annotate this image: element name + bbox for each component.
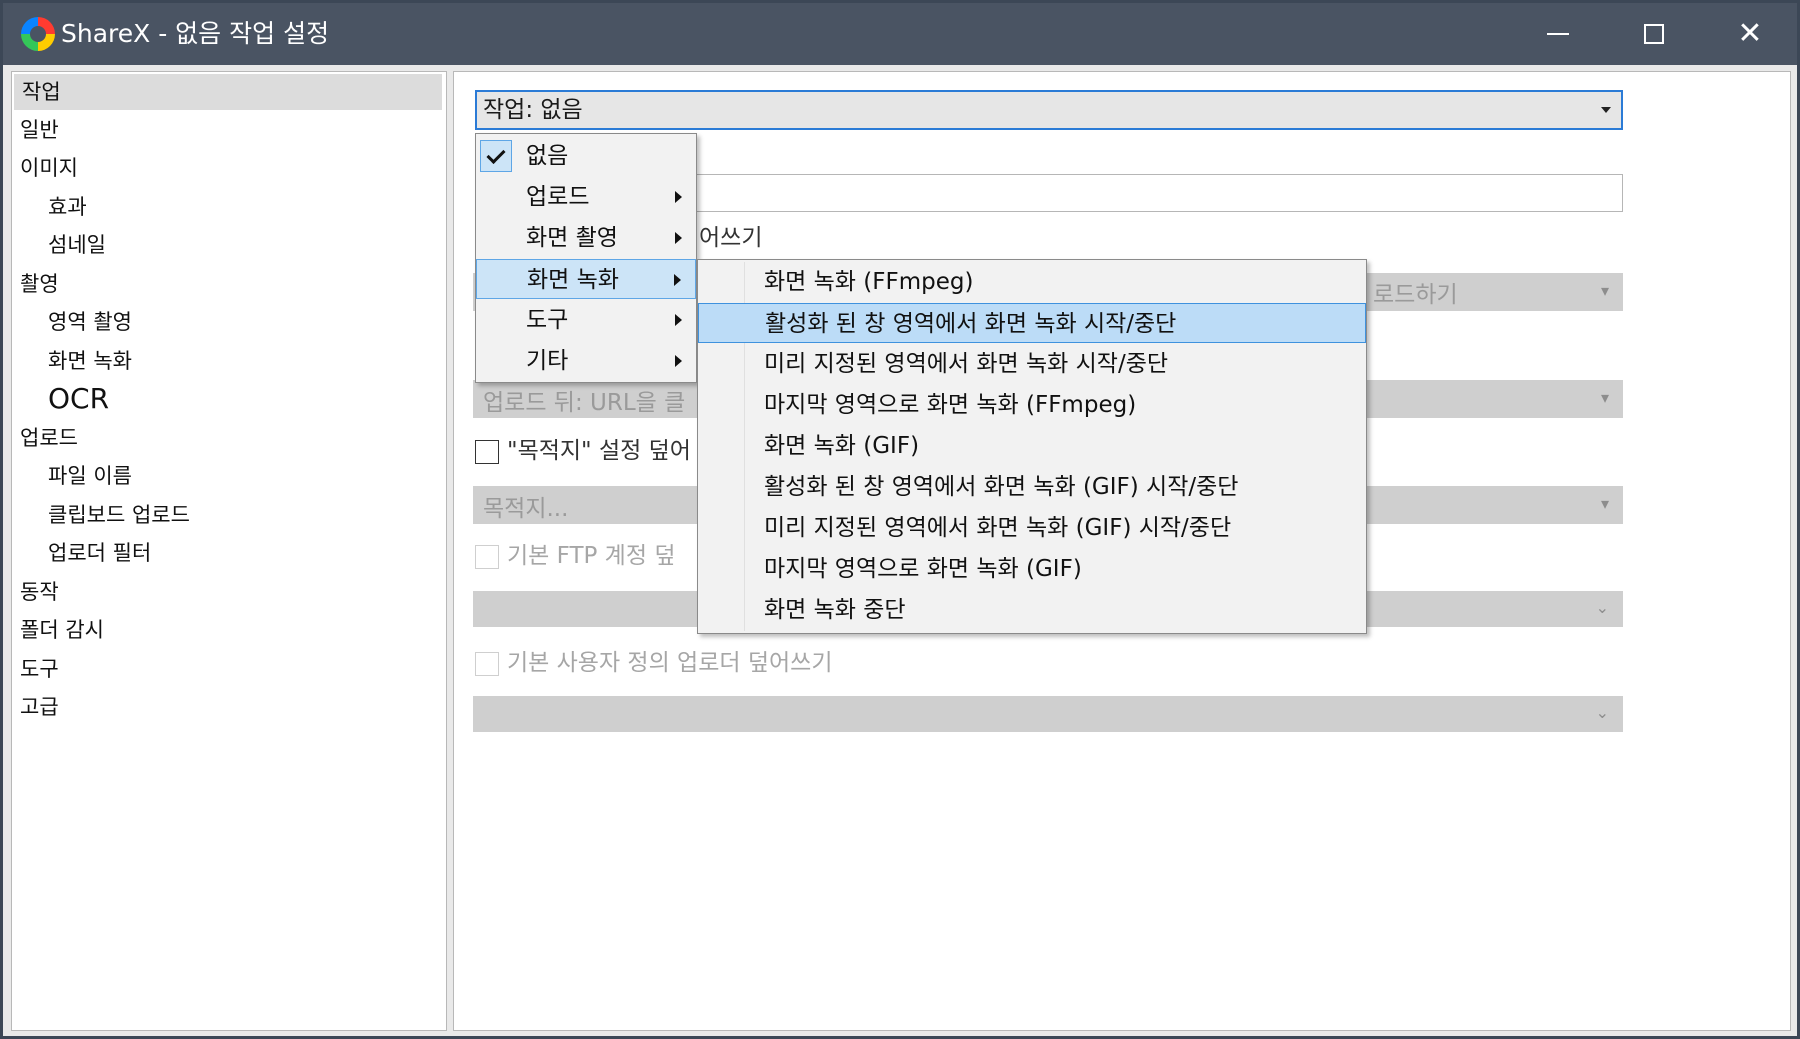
maximize-button[interactable]: [1623, 11, 1685, 57]
submenu-item-active-window-gif[interactable]: 활성화 된 창 영역에서 화면 녹화 (GIF) 시작/중단: [698, 467, 1366, 507]
sidebar-item-general[interactable]: 일반: [20, 112, 59, 148]
sidebar-item-task[interactable]: 작업: [14, 74, 442, 110]
task-dropdown-menu: 없음 업로드 화면 촬영 화면 녹화 도구 기타: [475, 133, 697, 383]
chevron-down-icon: ⌄: [1595, 703, 1609, 722]
sidebar-item-advanced[interactable]: 고급: [20, 689, 59, 725]
submenu-item-stop-recording[interactable]: 화면 녹화 중단: [698, 590, 1366, 630]
submenu-item-custom-region-record[interactable]: 미리 지정된 영역에서 화면 녹화 시작/중단: [698, 344, 1366, 384]
title-bar: ShareX - 없음 작업 설정 ✕: [3, 3, 1797, 65]
menu-item-screen-recording[interactable]: 화면 녹화: [476, 259, 696, 299]
description-input[interactable]: [693, 174, 1623, 212]
submenu-arrow-icon: [675, 191, 682, 203]
sharex-logo-icon: [21, 17, 55, 51]
sidebar-item-tools[interactable]: 도구: [20, 651, 59, 687]
submenu-item-last-region-ffmpeg[interactable]: 마지막 영역으로 화면 녹화 (FFmpeg): [698, 385, 1366, 425]
custom-uploader-combobox[interactable]: ⌄: [473, 696, 1623, 732]
override-ftp-checkbox[interactable]: [475, 545, 499, 569]
task-combobox-value: 작업: 없음: [483, 97, 583, 123]
override-ftp-label: 기본 FTP 계정 덮: [507, 543, 676, 569]
destination-placeholder: 목적지...: [483, 496, 569, 522]
close-button[interactable]: ✕: [1719, 11, 1781, 57]
menu-item-label: 업로드: [526, 184, 590, 210]
task-combobox[interactable]: 작업: 없음: [475, 90, 1623, 130]
menu-item-label: 없음: [526, 143, 569, 169]
submenu-arrow-icon: [674, 274, 681, 286]
after-capture-value-fragment: 로드하기: [1373, 282, 1458, 308]
submenu-arrow-icon: [675, 314, 682, 326]
override-destination-checkbox[interactable]: [475, 440, 499, 464]
menu-item-other[interactable]: 기타: [476, 341, 696, 381]
sidebar-item-upload[interactable]: 업로드: [20, 420, 78, 456]
submenu-item-custom-region-gif[interactable]: 미리 지정된 영역에서 화면 녹화 (GIF) 시작/중단: [698, 508, 1366, 548]
sidebar-item-thumbnail[interactable]: 섬네일: [48, 227, 106, 263]
overwrite-label-fragment: 어쓰기: [699, 225, 763, 251]
dropdown-arrow-icon: ▾: [1600, 281, 1609, 300]
menu-item-label: 기타: [526, 348, 569, 374]
override-custom-uploader-label: 기본 사용자 정의 업로더 덮어쓰기: [507, 650, 833, 676]
sidebar-item-file-naming[interactable]: 파일 이름: [48, 458, 132, 494]
menu-item-upload[interactable]: 업로드: [476, 177, 696, 217]
sidebar-item-clipboard-upload[interactable]: 클립보드 업로드: [48, 497, 190, 533]
task-settings-window: ShareX - 없음 작업 설정 ✕ 작업 일반 이미지 효과 섬네일 촬영 …: [0, 0, 1800, 1039]
menu-item-label: 화면 녹화: [527, 267, 619, 293]
screen-recording-submenu: 화면 녹화 (FFmpeg) 활성화 된 창 영역에서 화면 녹화 시작/중단 …: [697, 259, 1367, 634]
submenu-item-ffmpeg[interactable]: 화면 녹화 (FFmpeg): [698, 262, 1366, 302]
close-icon: ✕: [1737, 16, 1763, 51]
sidebar-item-screen-recording[interactable]: 화면 녹화: [48, 343, 132, 379]
sidebar-item-effects[interactable]: 효과: [48, 189, 87, 225]
submenu-arrow-icon: [675, 355, 682, 367]
minimize-icon: [1547, 33, 1569, 35]
menu-item-label: 도구: [526, 307, 569, 333]
submenu-item-last-region-gif[interactable]: 마지막 영역으로 화면 녹화 (GIF): [698, 549, 1366, 589]
menu-item-tools[interactable]: 도구: [476, 300, 696, 340]
menu-item-screen-capture[interactable]: 화면 촬영: [476, 218, 696, 258]
window-title: ShareX - 없음 작업 설정: [61, 19, 330, 48]
maximize-icon: [1644, 24, 1664, 44]
sidebar-item-image[interactable]: 이미지: [20, 150, 78, 186]
sidebar-item-ocr[interactable]: OCR: [48, 381, 109, 417]
menu-item-none[interactable]: 없음: [476, 136, 696, 176]
submenu-item-gif[interactable]: 화면 녹화 (GIF): [698, 426, 1366, 466]
menu-item-label: 화면 촬영: [526, 225, 618, 251]
sidebar-item-region-capture[interactable]: 영역 촬영: [48, 304, 132, 340]
sidebar-item-watch-folders[interactable]: 폴더 감시: [20, 612, 104, 648]
sidebar-item-capture[interactable]: 촬영: [20, 266, 59, 302]
dropdown-arrow-icon: ▾: [1600, 494, 1609, 513]
submenu-item-active-window-record[interactable]: 활성화 된 창 영역에서 화면 녹화 시작/중단: [698, 303, 1366, 343]
chevron-down-icon: ⌄: [1595, 598, 1609, 617]
submenu-arrow-icon: [675, 232, 682, 244]
sidebar-item-uploader-filters[interactable]: 업로더 필터: [48, 535, 151, 571]
checkmark-icon: [480, 140, 512, 172]
override-destination-label: "목적지" 설정 덮어: [507, 438, 691, 464]
dropdown-arrow-icon: ▾: [1600, 388, 1609, 407]
settings-sidebar: 작업 일반 이미지 효과 섬네일 촬영 영역 촬영 화면 녹화 OCR 업로드 …: [11, 71, 447, 1031]
override-custom-uploader-checkbox[interactable]: [475, 652, 499, 676]
minimize-button[interactable]: [1527, 11, 1589, 57]
dropdown-arrow-icon: [1601, 107, 1611, 113]
after-upload-value: 업로드 뒤: URL을 클: [483, 390, 686, 416]
sidebar-item-actions[interactable]: 동작: [20, 574, 59, 610]
